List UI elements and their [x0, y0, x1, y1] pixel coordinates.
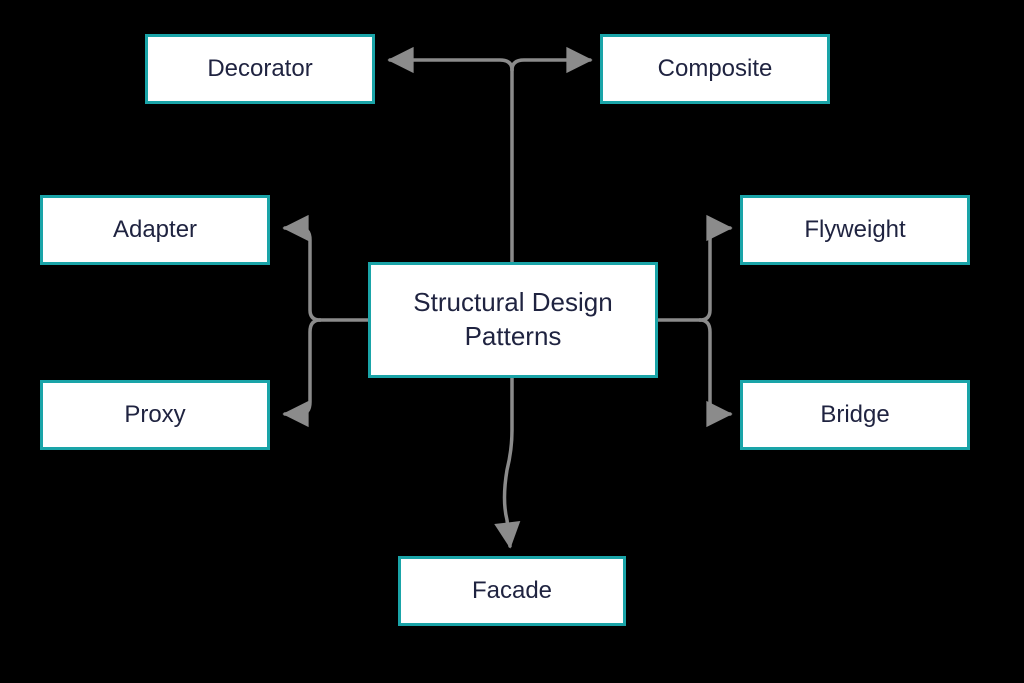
node-composite-label: Composite [658, 53, 773, 84]
node-adapter: Adapter [40, 195, 270, 265]
node-decorator: Decorator [145, 34, 375, 104]
node-proxy: Proxy [40, 380, 270, 450]
node-composite: Composite [600, 34, 830, 104]
diagram-canvas: Structural DesignPatterns Decorator Comp… [0, 0, 1024, 683]
node-center-label: Structural DesignPatterns [413, 286, 612, 354]
node-flyweight-label: Flyweight [804, 214, 905, 245]
node-center: Structural DesignPatterns [368, 262, 658, 378]
node-flyweight: Flyweight [740, 195, 970, 265]
node-decorator-label: Decorator [207, 53, 312, 84]
node-bridge: Bridge [740, 380, 970, 450]
node-adapter-label: Adapter [113, 214, 197, 245]
node-bridge-label: Bridge [820, 399, 889, 430]
node-facade-label: Facade [472, 575, 552, 606]
node-facade: Facade [398, 556, 626, 626]
node-proxy-label: Proxy [124, 399, 185, 430]
